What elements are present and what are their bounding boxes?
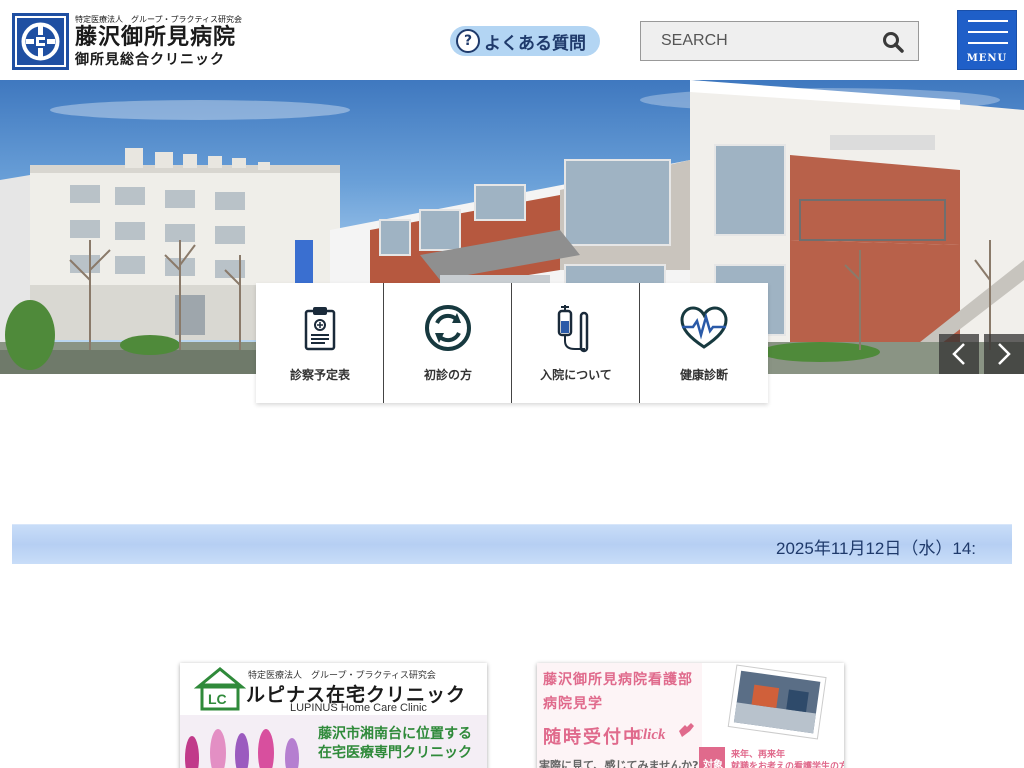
quick-nav-label: 健康診断 — [679, 368, 728, 382]
banner-line1: 藤沢御所見病院看護部 — [543, 672, 693, 688]
banner-desc2: 在宅医療専門クリニック — [318, 745, 472, 761]
hamburger-icon — [968, 42, 1008, 44]
quick-nav-admission[interactable]: 入院について — [512, 283, 640, 403]
menu-label: MENU — [966, 53, 1008, 64]
banner-title-en: LUPINUS Home Care Clinic — [290, 702, 427, 714]
hospital-name: 藤沢御所見病院 — [75, 24, 237, 50]
news-ticker: 2025年11月12日（水）14: — [12, 524, 1012, 564]
slider-prev-button[interactable] — [939, 334, 979, 374]
quick-nav-health-check[interactable]: 健康診断 — [640, 283, 768, 403]
quick-nav-first-visit[interactable]: 初診の方 — [384, 283, 512, 403]
banner-bottom: 実際に見て、感じてみませんか? — [539, 759, 699, 768]
refresh-cycle-icon — [425, 305, 471, 351]
site-header: 特定医療法人 グループ・プラクティス研究会 藤沢御所見病院 御所見総合クリニック… — [0, 0, 1024, 80]
logo-mark-icon — [12, 13, 69, 70]
lupinus-clinic-banner[interactable]: LC 特定医療法人 グループ・プラクティス研究会 ルピナス在宅クリニック LUP… — [180, 663, 487, 768]
search-icon[interactable] — [882, 31, 904, 53]
banner-target-tag: 対象 — [703, 760, 723, 768]
hamburger-icon — [968, 20, 1008, 22]
logo-subtitle: 特定医療法人 グループ・プラクティス研究会 — [75, 14, 243, 24]
banner-target2: 就職をお考えの看護学生の方 — [731, 762, 844, 768]
search-box — [640, 21, 919, 61]
slider-next-button[interactable] — [984, 334, 1024, 374]
banner-click: Click — [633, 727, 666, 743]
svg-text:LC: LC — [208, 691, 227, 707]
ticker-text[interactable]: 2025年11月12日（水）14: — [776, 534, 976, 559]
iv-drip-icon — [557, 305, 589, 353]
clipboard-icon — [304, 307, 336, 351]
logo-text: 特定医療法人 グループ・プラクティス研究会 藤沢御所見病院 御所見総合クリニック — [75, 15, 242, 69]
search-input[interactable] — [641, 22, 871, 60]
banner-line2: 病院見学 — [543, 696, 603, 712]
question-bubble-icon: ? — [456, 29, 480, 53]
banner-desc1: 藤沢市湘南台に位置する — [318, 726, 472, 742]
quick-nav-schedule[interactable]: 診察予定表 — [256, 283, 384, 403]
hamburger-icon — [968, 31, 1008, 33]
menu-button[interactable]: MENU — [957, 10, 1017, 70]
quick-nav-label: 診察予定表 — [289, 368, 350, 382]
quick-nav: 診察予定表 初診の方 入院について 健康診断 — [256, 283, 768, 403]
quick-nav-label: 入院について — [540, 368, 612, 382]
banner-line3: 随時受付中 — [543, 727, 643, 748]
chevron-right-icon — [998, 343, 1011, 365]
site-logo[interactable]: 特定医療法人 グループ・プラクティス研究会 藤沢御所見病院 御所見総合クリニック — [12, 13, 242, 70]
nursing-tour-banner[interactable]: 藤沢御所見病院看護部 病院見学 随時受付中 Click 対象 来年、再来年 就職… — [537, 663, 844, 768]
heart-pulse-icon — [680, 306, 728, 349]
faq-label: よくある質問 — [484, 33, 586, 54]
chevron-left-icon — [952, 343, 965, 365]
faq-button[interactable]: ? よくある質問 — [450, 26, 600, 56]
quick-nav-label: 初診の方 — [423, 368, 472, 382]
clinic-name: 御所見総合クリニック — [75, 51, 225, 68]
